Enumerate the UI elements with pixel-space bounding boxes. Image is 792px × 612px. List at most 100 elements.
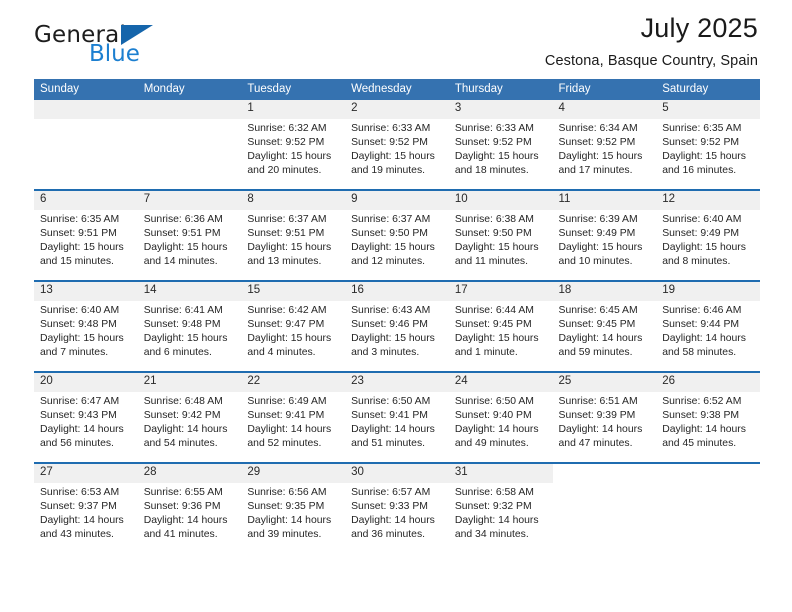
- day-number[interactable]: 31: [448, 464, 553, 483]
- day-number[interactable]: 4: [552, 100, 657, 119]
- day-number[interactable]: 27: [34, 464, 138, 483]
- day-info-line: Daylight: 15 hours: [351, 333, 435, 345]
- day-info-line: Sunrise: 6:51 AM: [558, 396, 638, 407]
- day-number[interactable]: 10: [448, 191, 553, 210]
- day-cell-details[interactable]: Sunrise: 6:34 AM Sunset: 9:52 PM Daylight:…: [552, 119, 657, 189]
- week-info-row: Sunrise: 6:40 AM Sunset: 9:48 PM Daylight:…: [34, 301, 760, 371]
- day-cell-details[interactable]: Sunrise: 6:51 AM Sunset: 9:39 PM Daylight:…: [552, 392, 657, 462]
- day-number[interactable]: 2: [345, 100, 449, 119]
- day-info-line: Sunset: 9:43 PM: [40, 410, 117, 422]
- day-info-line: Daylight: 14 hours: [247, 424, 332, 436]
- day-info-line: Sunrise: 6:42 AM: [247, 305, 327, 316]
- day-number[interactable]: 20: [34, 373, 138, 392]
- day-cell-details[interactable]: Sunrise: 6:37 AM Sunset: 9:51 PM Daylight:…: [241, 210, 346, 280]
- day-cell-details[interactable]: Sunrise: 6:32 AM Sunset: 9:52 PM Daylight:…: [241, 119, 346, 189]
- day-info-line: Sunrise: 6:52 AM: [662, 396, 742, 407]
- day-number[interactable]: 30: [345, 464, 449, 483]
- day-number[interactable]: 6: [34, 191, 138, 210]
- day-cell-details[interactable]: Sunrise: 6:39 AM Sunset: 9:49 PM Daylight:…: [552, 210, 657, 280]
- day-info-line: and 39 minutes.: [247, 529, 322, 541]
- day-number[interactable]: 7: [137, 191, 242, 210]
- day-info-line: Sunset: 9:50 PM: [454, 228, 532, 240]
- day-number[interactable]: 15: [241, 282, 346, 301]
- day-info-line: and 59 minutes.: [558, 347, 633, 359]
- day-number[interactable]: 22: [241, 373, 346, 392]
- day-cell-details[interactable]: Sunrise: 6:56 AM Sunset: 9:35 PM Daylight:…: [241, 483, 346, 553]
- day-number[interactable]: 19: [656, 282, 760, 301]
- day-cell-details[interactable]: Sunrise: 6:42 AM Sunset: 9:47 PM Daylight:…: [241, 301, 346, 371]
- day-number[interactable]: 1: [241, 100, 346, 119]
- day-info-line: Daylight: 15 hours: [143, 333, 228, 345]
- day-cell-details[interactable]: Sunrise: 6:50 AM Sunset: 9:41 PM Daylight:…: [345, 392, 449, 462]
- day-cell-details[interactable]: Sunrise: 6:41 AM Sunset: 9:48 PM Daylight:…: [137, 301, 242, 371]
- day-number[interactable]: 16: [345, 282, 449, 301]
- day-cell-details[interactable]: Sunrise: 6:33 AM Sunset: 9:52 PM Daylight:…: [448, 119, 553, 189]
- day-number[interactable]: 21: [137, 373, 242, 392]
- day-number[interactable]: 12: [656, 191, 760, 210]
- day-info-line: and 51 minutes.: [351, 438, 426, 450]
- day-cell-details[interactable]: Sunrise: 6:47 AM Sunset: 9:43 PM Daylight:…: [34, 392, 138, 462]
- day-cell-details[interactable]: Sunrise: 6:43 AM Sunset: 9:46 PM Daylight:…: [345, 301, 449, 371]
- day-cell-details[interactable]: Sunrise: 6:57 AM Sunset: 9:33 PM Daylight:…: [345, 483, 449, 553]
- day-number[interactable]: 23: [345, 373, 449, 392]
- day-number[interactable]: 9: [345, 191, 449, 210]
- day-info-line: and 58 minutes.: [662, 347, 737, 359]
- day-cell-details[interactable]: Sunrise: 6:58 AM Sunset: 9:32 PM Daylight:…: [448, 483, 553, 553]
- day-cell-details[interactable]: Sunrise: 6:55 AM Sunset: 9:36 PM Daylight:…: [137, 483, 242, 553]
- empty-day-details: [137, 119, 242, 189]
- day-cell-details[interactable]: Sunrise: 6:36 AM Sunset: 9:51 PM Daylight:…: [137, 210, 242, 280]
- day-number[interactable]: 29: [241, 464, 346, 483]
- day-number[interactable]: 14: [137, 282, 242, 301]
- week-date-row: 27 28 29 30 31: [34, 464, 760, 483]
- day-info-line: Daylight: 15 hours: [351, 151, 435, 163]
- empty-day-cell: [137, 100, 242, 119]
- day-number[interactable]: 24: [448, 373, 553, 392]
- day-info-line: Sunset: 9:42 PM: [143, 410, 221, 422]
- week-info-row: Sunrise: 6:35 AM Sunset: 9:51 PM Daylight:…: [34, 210, 760, 280]
- day-info-line: Sunset: 9:45 PM: [454, 319, 532, 331]
- day-cell-details[interactable]: Sunrise: 6:46 AM Sunset: 9:44 PM Daylight:…: [656, 301, 760, 371]
- day-cell-details[interactable]: Sunrise: 6:45 AM Sunset: 9:45 PM Daylight:…: [552, 301, 657, 371]
- day-number[interactable]: 11: [552, 191, 657, 210]
- day-cell-details[interactable]: Sunrise: 6:37 AM Sunset: 9:50 PM Daylight:…: [345, 210, 449, 280]
- day-cell-details[interactable]: Sunrise: 6:35 AM Sunset: 9:52 PM Daylight:…: [656, 119, 760, 189]
- day-cell-details[interactable]: Sunrise: 6:38 AM Sunset: 9:50 PM Daylight:…: [448, 210, 553, 280]
- day-number[interactable]: 3: [448, 100, 553, 119]
- brand-logo[interactable]: General Blue: [34, 22, 234, 68]
- day-cell-details[interactable]: Sunrise: 6:44 AM Sunset: 9:45 PM Daylight:…: [448, 301, 553, 371]
- empty-day-details: [656, 483, 760, 553]
- day-number[interactable]: 18: [552, 282, 657, 301]
- weekday-header-thursday: Thursday: [448, 79, 553, 100]
- day-cell-details[interactable]: Sunrise: 6:50 AM Sunset: 9:40 PM Daylight:…: [448, 392, 553, 462]
- day-cell-details[interactable]: Sunrise: 6:53 AM Sunset: 9:37 PM Daylight:…: [34, 483, 138, 553]
- day-info-line: Sunrise: 6:33 AM: [454, 123, 534, 134]
- day-info-line: Sunrise: 6:33 AM: [351, 123, 431, 134]
- day-cell-details[interactable]: Sunrise: 6:48 AM Sunset: 9:42 PM Daylight:…: [137, 392, 242, 462]
- day-cell-details[interactable]: Sunrise: 6:40 AM Sunset: 9:48 PM Daylight:…: [34, 301, 138, 371]
- day-info-line: Sunrise: 6:35 AM: [40, 214, 120, 225]
- day-info-line: Sunrise: 6:38 AM: [454, 214, 534, 225]
- day-info-line: Sunset: 9:49 PM: [558, 228, 636, 240]
- day-number[interactable]: 17: [448, 282, 553, 301]
- day-cell-details[interactable]: Sunrise: 6:40 AM Sunset: 9:49 PM Daylight:…: [656, 210, 760, 280]
- day-cell-details[interactable]: Sunrise: 6:33 AM Sunset: 9:52 PM Daylight:…: [345, 119, 449, 189]
- day-info-line: Sunrise: 6:50 AM: [454, 396, 534, 407]
- day-cell-details[interactable]: Sunrise: 6:52 AM Sunset: 9:38 PM Daylight:…: [656, 392, 760, 462]
- day-number[interactable]: 28: [137, 464, 242, 483]
- day-cell-details[interactable]: Sunrise: 6:49 AM Sunset: 9:41 PM Daylight:…: [241, 392, 346, 462]
- day-number[interactable]: 8: [241, 191, 346, 210]
- day-info-line: and 34 minutes.: [454, 529, 529, 541]
- day-number[interactable]: 5: [656, 100, 760, 119]
- day-number[interactable]: 25: [552, 373, 657, 392]
- day-info-line: and 47 minutes.: [558, 438, 633, 450]
- day-info-line: and 18 minutes.: [454, 165, 529, 177]
- day-info-line: Daylight: 15 hours: [558, 242, 643, 254]
- week-info-row: Sunrise: 6:53 AM Sunset: 9:37 PM Daylight:…: [34, 483, 760, 553]
- day-info-line: Sunset: 9:51 PM: [247, 228, 325, 240]
- day-number[interactable]: 13: [34, 282, 138, 301]
- day-info-line: Sunset: 9:41 PM: [247, 410, 325, 422]
- day-number[interactable]: 26: [656, 373, 760, 392]
- day-info-line: Daylight: 15 hours: [454, 151, 539, 163]
- day-cell-details[interactable]: Sunrise: 6:35 AM Sunset: 9:51 PM Daylight:…: [34, 210, 138, 280]
- day-info-line: Sunset: 9:36 PM: [143, 501, 221, 513]
